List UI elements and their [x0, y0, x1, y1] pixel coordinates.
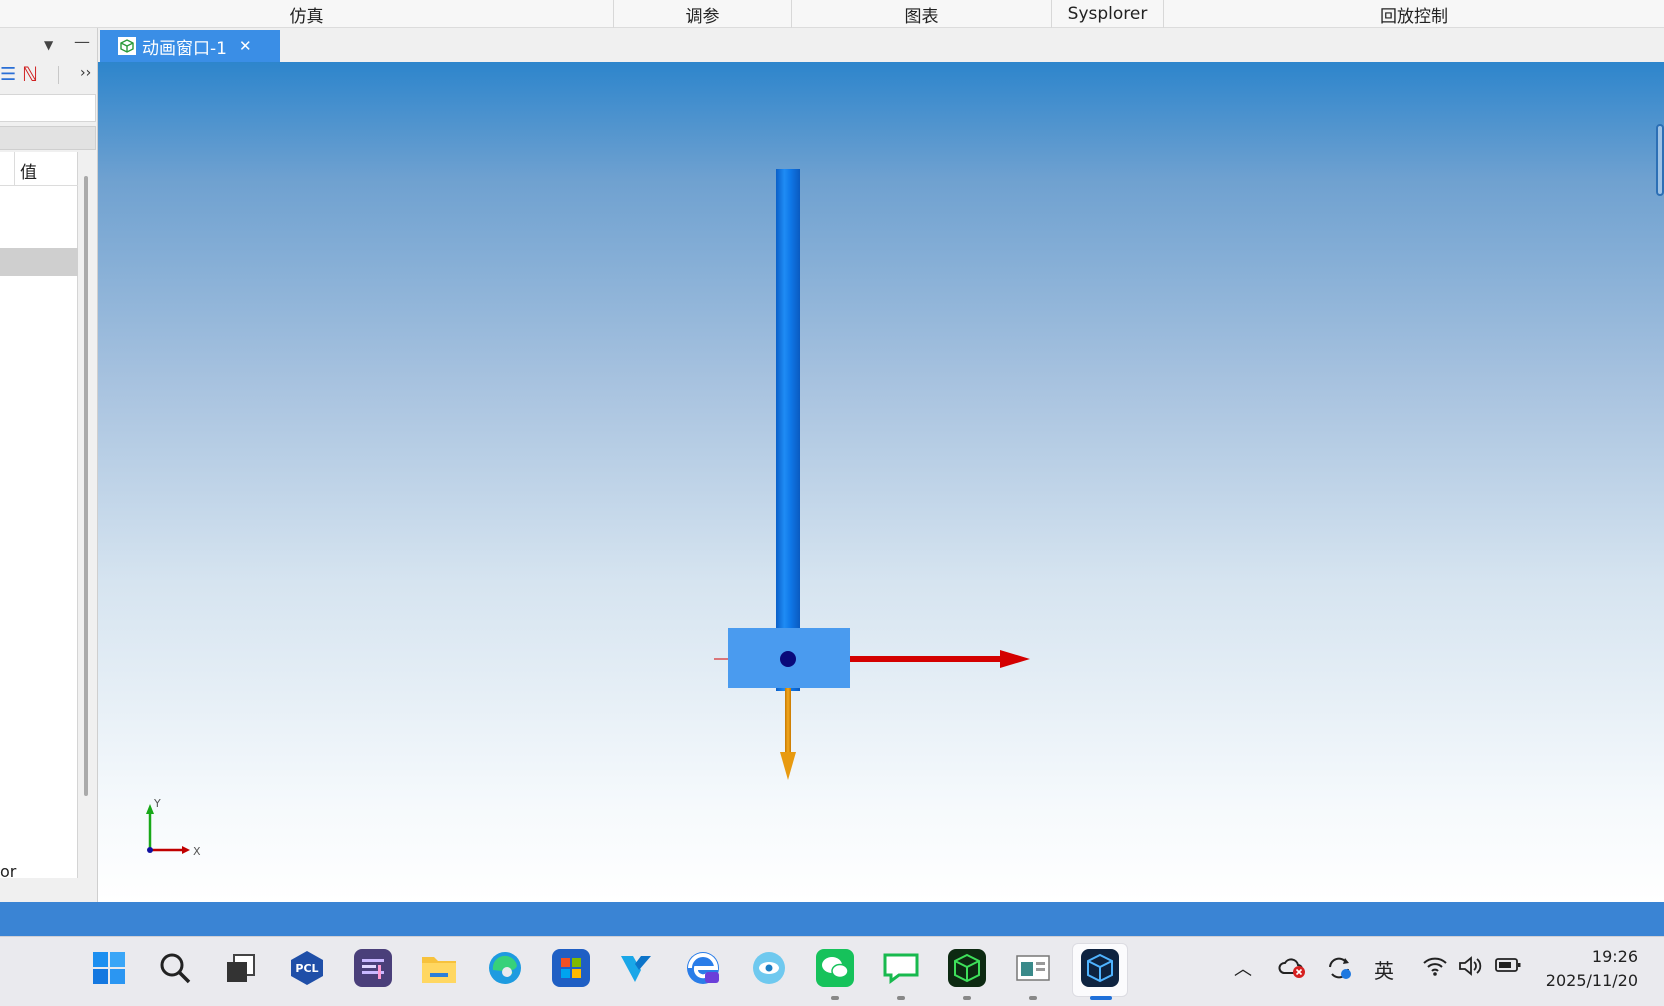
chevron-up-icon[interactable]: ︿ [1234, 955, 1252, 981]
pcl-label: PCL [295, 962, 318, 975]
sync-icon[interactable] [1326, 955, 1354, 986]
battery-icon[interactable] [1494, 955, 1522, 980]
window-app-running-indicator [1029, 996, 1037, 1000]
force-arrow-y-head [780, 752, 796, 780]
dashboard-app-icon[interactable] [354, 949, 392, 987]
tab-label: 动画窗口-1 [142, 38, 227, 59]
cube-modeler-icon[interactable] [948, 949, 986, 987]
triad-y-label: Y [153, 797, 161, 810]
ribbon-group-sysplorer: Sysplorer [1052, 0, 1164, 28]
ribbon-group-playback: 回放控制 [1380, 6, 1448, 27]
window-app-icon[interactable] [1014, 949, 1052, 987]
variable-browser-panel: ▼ — ☰ ℕ ›› 值 or [0, 28, 98, 902]
viewport-scrollbar[interactable] [1656, 124, 1664, 196]
app-window: 仿真 调参 图表 Sysplorer 回放控制 ▼ — ☰ ℕ ›› 值 or [0, 0, 1664, 1006]
search-icon[interactable] [156, 949, 194, 987]
triad-origin [147, 847, 153, 853]
volume-icon[interactable] [1458, 955, 1484, 982]
toolbar-divider [58, 66, 59, 84]
tab-animation-window-1[interactable]: 动画窗口-1 ✕ [100, 30, 280, 62]
panel-minimize-icon[interactable]: — [74, 32, 90, 51]
variable-table: 值 or [0, 152, 78, 881]
sysplorer-icon[interactable] [1081, 949, 1119, 987]
force-arrow-x-shaft [850, 656, 1000, 662]
wifi-icon[interactable] [1422, 955, 1448, 982]
task-view-icon[interactable] [222, 949, 260, 987]
windows-start-icon[interactable] [90, 949, 128, 987]
ribbon-group-bar: 仿真 调参 图表 Sysplorer 回放控制 [0, 0, 1664, 28]
wechat-icon[interactable] [816, 949, 854, 987]
ribbon-group-chart: 图表 [792, 0, 1052, 28]
triad-x-head [182, 846, 190, 854]
panel-toolbar: ☰ ℕ ›› [0, 60, 98, 90]
more-tools-icon[interactable]: ›› [80, 65, 91, 81]
eye-care-app-icon[interactable] [750, 949, 788, 987]
status-bar [0, 902, 1664, 936]
clock-time[interactable]: 19:26 [1592, 947, 1638, 966]
panel-scrollbar[interactable] [84, 176, 88, 796]
variable-table-header: 值 [0, 152, 78, 186]
force-arrow-y-shaft [785, 688, 791, 752]
table-row-selected[interactable] [0, 248, 78, 276]
curve-icon[interactable]: ℕ [22, 62, 38, 86]
ime-language-indicator[interactable]: 英 [1374, 955, 1394, 984]
panel-filter-bar[interactable] [0, 126, 96, 150]
taskbar: PCL ︿ 英 19:26 2025/11/20 [0, 936, 1664, 1006]
joint-marker[interactable] [780, 651, 796, 667]
scene-svg: Y X [146, 169, 1030, 858]
animation-viewport[interactable]: Y X [98, 62, 1664, 902]
file-explorer-icon[interactable] [420, 949, 458, 987]
force-arrow-x-head [1000, 650, 1030, 668]
partial-row-text: or [0, 862, 17, 881]
triad-y-head [146, 804, 154, 814]
pcl-launcher-icon[interactable]: PCL [288, 949, 326, 987]
pendulum-rod[interactable] [776, 169, 800, 691]
edge-ai-icon[interactable] [684, 949, 722, 987]
panel-header: ▼ — [0, 28, 98, 60]
tab-close-icon[interactable]: ✕ [239, 37, 252, 55]
clock-date[interactable]: 2025/11/20 [1546, 971, 1638, 990]
cube-modeler-running-indicator [963, 996, 971, 1000]
cube-icon [118, 37, 136, 55]
variable-search-input[interactable] [0, 94, 96, 122]
cloud-error-icon[interactable] [1278, 955, 1306, 984]
panel-dropdown-icon[interactable]: ▼ [44, 38, 53, 52]
chat-app-running-indicator [897, 996, 905, 1000]
ribbon-group-tuning: 调参 [614, 0, 792, 28]
edge-browser-icon[interactable] [486, 949, 524, 987]
ribbon-group-simulation: 仿真 [0, 0, 614, 28]
wechat-running-indicator [831, 996, 839, 1000]
document-tab-strip: 动画窗口-1 ✕ [98, 28, 1664, 62]
triad-x-label: X [193, 845, 201, 858]
filter-icon[interactable]: ☰ [0, 64, 16, 85]
column-header-value[interactable]: 值 [20, 158, 37, 183]
microsoft-store-icon[interactable] [552, 949, 590, 987]
column-divider[interactable] [14, 152, 15, 186]
v-app-icon[interactable] [618, 949, 656, 987]
chat-app-icon[interactable] [882, 949, 920, 987]
sysplorer-active-indicator [1090, 996, 1112, 1000]
